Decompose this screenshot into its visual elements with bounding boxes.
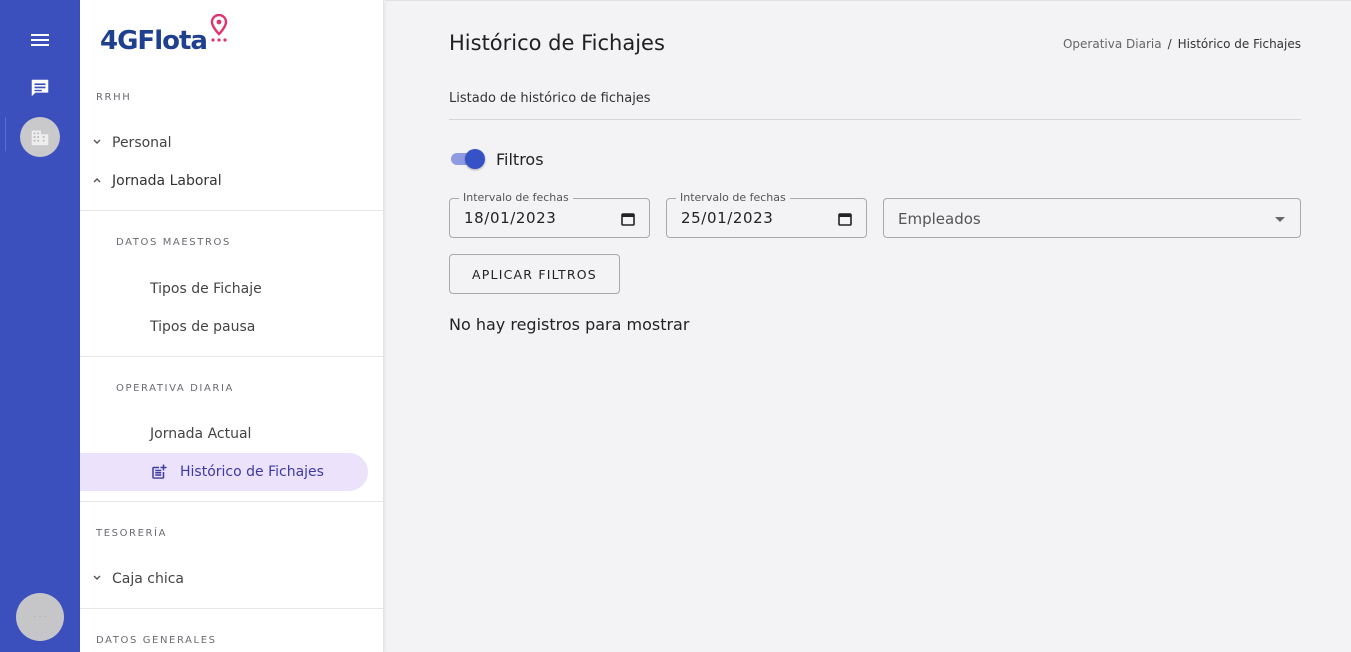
apply-filters-button[interactable]: APLICAR FILTROS [449,254,620,294]
empty-results-message: No hay registros para mostrar [449,315,690,334]
breadcrumb: Operativa Diaria / Histórico de Fichajes [1063,37,1301,51]
sidebar-item-label: Personal [112,135,172,151]
breadcrumb-link[interactable]: Operativa Diaria [1063,37,1162,51]
dropdown-arrow-icon [1275,217,1285,222]
page-subtitle: Listado de histórico de fichajes [449,91,651,106]
building-icon[interactable] [20,117,60,157]
divider [449,119,1301,120]
sidebar-item-label: Jornada Laboral [112,173,222,189]
brand-logo[interactable]: 4GFlota [100,14,229,54]
section-label-rrhh: RRHH [96,92,132,103]
chevron-down-icon [92,137,108,150]
user-avatar[interactable]: ·· ·· ·· [16,593,64,641]
menu-icon[interactable] [20,20,60,60]
logo-text: 4GFlota [100,26,208,56]
divider [80,501,383,502]
filters-toggle[interactable] [449,148,487,170]
sidebar-item-historico-de-fichajes[interactable]: Histórico de Fichajes [80,453,368,491]
employees-placeholder: Empleados [898,210,981,228]
sidebar-item-personal[interactable]: Personal [92,135,172,151]
section-label-datos-generales: DATOS GENERALES [96,635,217,646]
chevron-up-icon [92,175,108,188]
sidebar-item-label: Caja chica [112,571,185,587]
page-title: Histórico de Fichajes [449,31,665,55]
post-add-icon [150,463,168,485]
user-avatar-label: ·· ·· ·· [33,614,47,620]
date-to-field[interactable]: Intervalo de fechas 25/01/2023 [666,191,867,238]
divider [80,210,383,211]
location-pin-icon [210,14,228,42]
calendar-icon[interactable] [621,211,635,230]
divider [80,356,383,357]
toggle-thumb [465,149,485,169]
sidebar-item-tipos-de-pausa[interactable]: Tipos de pausa [150,319,255,335]
breadcrumb-current: Histórico de Fichajes [1177,37,1301,51]
date-to-label: Intervalo de fechas [676,191,790,204]
sidebar-item-caja-chica[interactable]: Caja chica [92,571,184,587]
nav-rail: ·· ·· ·· [0,0,80,652]
breadcrumb-separator: / [1167,37,1172,51]
chat-icon[interactable] [20,68,60,108]
sidebar-item-tipos-de-fichaje[interactable]: Tipos de Fichaje [150,281,262,297]
sidebar-item-jornada-laboral[interactable]: Jornada Laboral [92,173,222,189]
main-content: Histórico de Fichajes Operativa Diaria / H… [385,0,1351,652]
date-from-field[interactable]: Intervalo de fechas 18/01/2023 [449,191,650,238]
date-from-label: Intervalo de fechas [459,191,573,204]
sidebar-item-jornada-actual[interactable]: Jornada Actual [150,426,251,442]
employees-select[interactable]: Empleados [883,198,1301,238]
sidebar-item-label: Histórico de Fichajes [180,464,324,480]
divider [80,608,383,609]
date-from-value[interactable]: 18/01/2023 [464,209,556,227]
filters-toggle-label[interactable]: Filtros [496,150,544,169]
calendar-icon[interactable] [838,211,852,230]
section-label-tesoreria: TESORERÍA [96,528,168,539]
sidebar: 4GFlota RRHH Personal Jornada Laboral DA… [80,0,384,652]
section-label-operativa-diaria: OPERATIVA DIARIA [116,383,234,394]
section-label-datos-maestros: DATOS MAESTROS [116,237,231,248]
date-to-value[interactable]: 25/01/2023 [681,209,773,227]
chevron-down-icon [92,573,108,586]
rail-divider [5,117,6,151]
